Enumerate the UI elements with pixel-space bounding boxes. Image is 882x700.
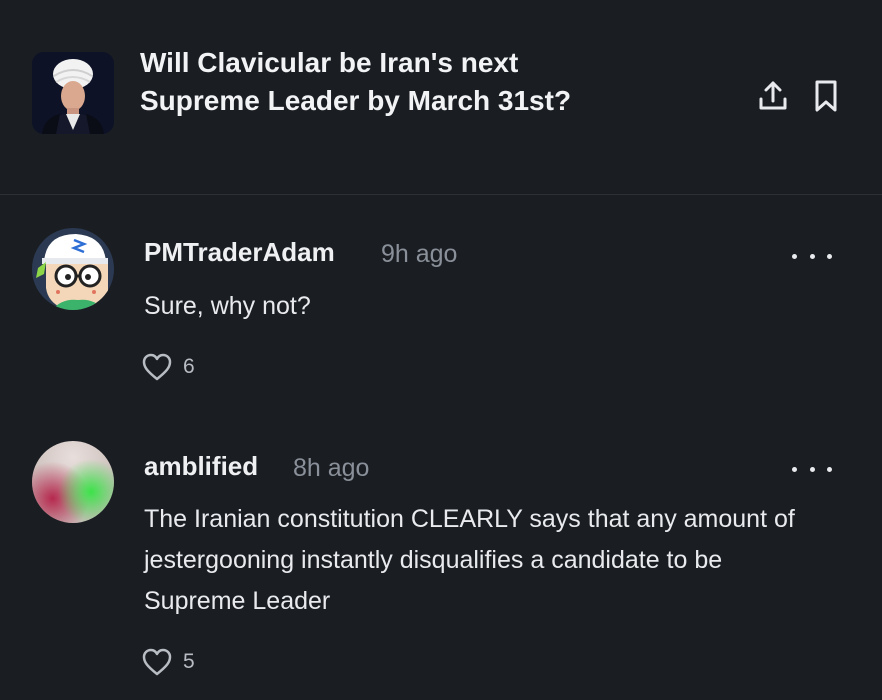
more-dots-icon <box>827 466 832 472</box>
heart-icon <box>142 353 172 381</box>
like-count: 6 <box>183 355 195 378</box>
share-button[interactable] <box>755 76 791 116</box>
avatar[interactable] <box>32 441 114 523</box>
cartoon-avatar-icon <box>32 228 114 310</box>
like-button[interactable]: 6 <box>141 352 195 382</box>
cleric-portrait-icon <box>32 52 114 134</box>
market-comments-page: Will Clavicular be Iran's next Supreme L… <box>0 0 882 700</box>
comment-text: Sure, why not? <box>144 292 311 320</box>
comment-username[interactable]: amblified <box>144 451 258 482</box>
heart-icon <box>142 648 172 676</box>
more-dots-icon <box>792 253 797 259</box>
market-header: Will Clavicular be Iran's next Supreme L… <box>0 0 882 195</box>
more-dots-icon <box>792 466 797 472</box>
market-thumbnail[interactable] <box>32 52 114 134</box>
avatar[interactable] <box>32 228 114 310</box>
like-button[interactable]: 5 <box>141 647 195 677</box>
more-dots-icon <box>809 253 815 259</box>
comment-username[interactable]: PMTraderAdam <box>144 237 335 268</box>
share-icon <box>759 81 787 110</box>
comment-timestamp: 9h ago <box>381 240 458 268</box>
bookmark-button[interactable] <box>808 76 844 116</box>
more-options-button[interactable] <box>792 457 832 481</box>
comment-timestamp: 8h ago <box>293 454 370 482</box>
more-dots-icon <box>809 466 815 472</box>
gradient-avatar-icon <box>32 441 114 523</box>
more-dots-icon <box>827 253 832 259</box>
comment-text: The Iranian constitution CLEARLY says th… <box>144 505 795 615</box>
more-options-button[interactable] <box>792 244 832 268</box>
like-count: 5 <box>183 650 195 673</box>
bookmark-icon <box>815 80 837 112</box>
market-title: Will Clavicular be Iran's next Supreme L… <box>140 47 572 116</box>
